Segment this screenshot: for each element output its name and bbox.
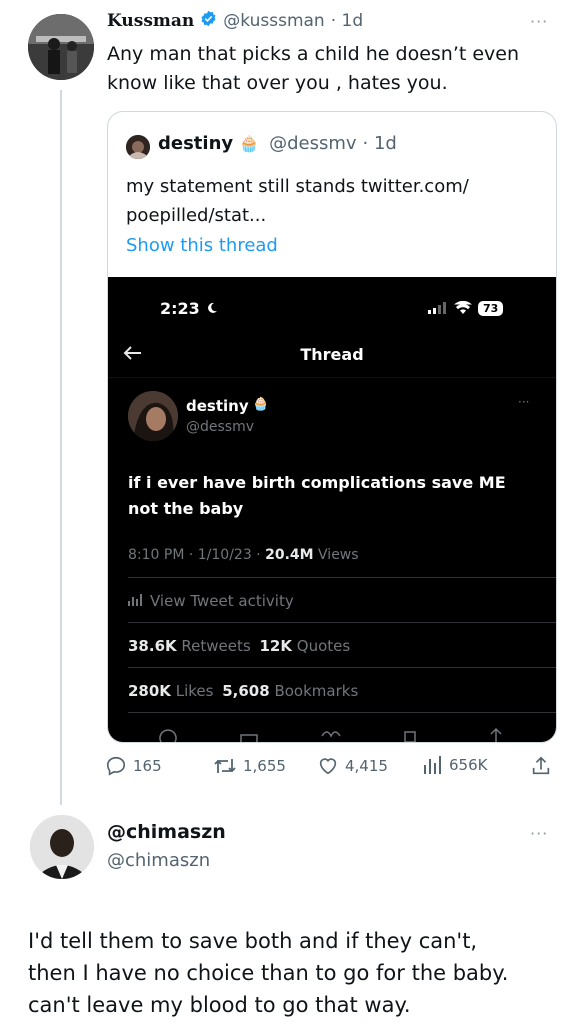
ss-bookmarks-count: 5,608 <box>222 682 270 700</box>
ss-tweet-line-2: not the baby <box>128 499 244 518</box>
tweet-text: Any man that picks a child he doesn’t ev… <box>107 43 520 94</box>
quote-time: · 1d <box>362 133 397 154</box>
heart-icon <box>317 755 339 777</box>
cupcake-emoji-small: 🧁 <box>252 397 269 412</box>
reply-icon <box>105 755 127 777</box>
sep-2 <box>128 622 556 623</box>
sep-1 <box>128 577 556 578</box>
sep-4 <box>128 712 556 713</box>
ss-views-label: Views <box>318 547 359 563</box>
reply-more-icon[interactable]: ··· <box>530 824 548 843</box>
thread-header-title: Thread <box>300 345 364 364</box>
verified-badge-icon <box>200 10 217 32</box>
status-time: 2:23 <box>160 299 200 318</box>
reply-button[interactable]: 165 <box>105 755 162 777</box>
quote-author-name[interactable]: destiny <box>158 133 233 154</box>
quote-author-handle[interactable]: @dessmv <box>269 133 356 154</box>
ss-quotes-count: 12K <box>259 637 292 655</box>
like-count: 4,415 <box>345 757 388 775</box>
reply-line-2: then I have no choice than to go for the… <box>28 961 509 985</box>
thread-line <box>60 90 62 805</box>
sep-3 <box>128 667 556 668</box>
ss-likes-label[interactable]: Likes <box>176 682 214 700</box>
retweet-count: 1,655 <box>243 757 286 775</box>
quote-text-line-2: poepilled/stat... <box>126 205 267 226</box>
ss-retweets-count: 38.6K <box>128 637 177 655</box>
wifi-icon <box>454 299 472 318</box>
embedded-screenshot[interactable]: 2:23 73 Thread destiny 🧁 @dessmv ··· if … <box>108 277 556 742</box>
destiny-avatar[interactable] <box>126 135 150 159</box>
ss-author-handle[interactable]: @dessmv <box>186 419 254 435</box>
reply-count: 165 <box>133 757 162 775</box>
reply-line-3: can't leave my blood to go that way. <box>28 993 411 1017</box>
like-button[interactable]: 4,415 <box>317 755 388 777</box>
analytics-icon <box>128 592 142 610</box>
header-divider <box>108 377 556 378</box>
tweet-header: Kussman @kusssman · 1d <box>107 10 363 32</box>
ss-avatar[interactable] <box>128 391 178 441</box>
retweet-button[interactable]: 1,655 <box>213 755 286 777</box>
ss-action-bar <box>108 726 556 742</box>
ss-likes-bookmarks-row: 280K Likes 5,608 Bookmarks <box>128 682 358 700</box>
view-activity-label: View Tweet activity <box>150 592 294 610</box>
retweet-icon <box>213 755 237 777</box>
ss-retweet-quote-row: 38.6K Retweets 12K Quotes <box>128 637 350 655</box>
kussman-avatar[interactable] <box>28 14 94 80</box>
ss-timestamp: 8:10 PM · 1/10/23 · <box>128 547 266 563</box>
share-icon <box>530 755 552 777</box>
ss-tweet-line-1: if i ever have birth complications save … <box>128 473 506 492</box>
quote-text-line-1: my statement still stands twitter.com/ <box>126 176 469 197</box>
reply-author-name[interactable]: @chimaszn <box>107 821 226 843</box>
views-button[interactable]: 656K <box>423 755 487 775</box>
author-handle[interactable]: @kusssman <box>223 11 324 31</box>
ss-bookmarks-label[interactable]: Bookmarks <box>274 682 358 700</box>
ss-likes-count: 280K <box>128 682 171 700</box>
views-count: 656K <box>449 756 488 774</box>
more-options-icon[interactable]: ··· <box>530 12 548 31</box>
cellular-signal-icon <box>428 299 448 318</box>
show-thread-link[interactable]: Show this thread <box>126 235 278 256</box>
reply-author-handle[interactable]: @chimaszn <box>107 850 210 871</box>
reply-text: I'd tell them to save both and if they c… <box>28 925 508 1021</box>
cupcake-emoji: 🧁 <box>239 134 260 153</box>
quoted-tweet-card[interactable]: destiny 🧁 @dessmv · 1d my statement stil… <box>107 111 557 743</box>
author-name[interactable]: Kussman <box>107 11 194 31</box>
ss-timestamp-row: 8:10 PM · 1/10/23 · 20.4M Views <box>128 547 359 563</box>
share-button[interactable] <box>530 755 552 777</box>
ss-retweets-label[interactable]: Retweets <box>181 637 250 655</box>
views-icon <box>423 755 443 775</box>
chimaszn-avatar[interactable] <box>30 815 94 879</box>
reply-line-1: I'd tell them to save both and if they c… <box>28 929 478 953</box>
ss-more-icon[interactable]: ··· <box>518 395 529 409</box>
tweet-time[interactable]: · 1d <box>331 11 363 31</box>
ss-author-name[interactable]: destiny <box>186 397 249 415</box>
ss-quotes-label[interactable]: Quotes <box>297 637 350 655</box>
battery-level: 73 <box>478 301 504 316</box>
ss-view-activity[interactable]: View Tweet activity <box>128 592 294 610</box>
ss-views-count: 20.4M <box>265 547 314 563</box>
moon-icon <box>206 299 218 318</box>
